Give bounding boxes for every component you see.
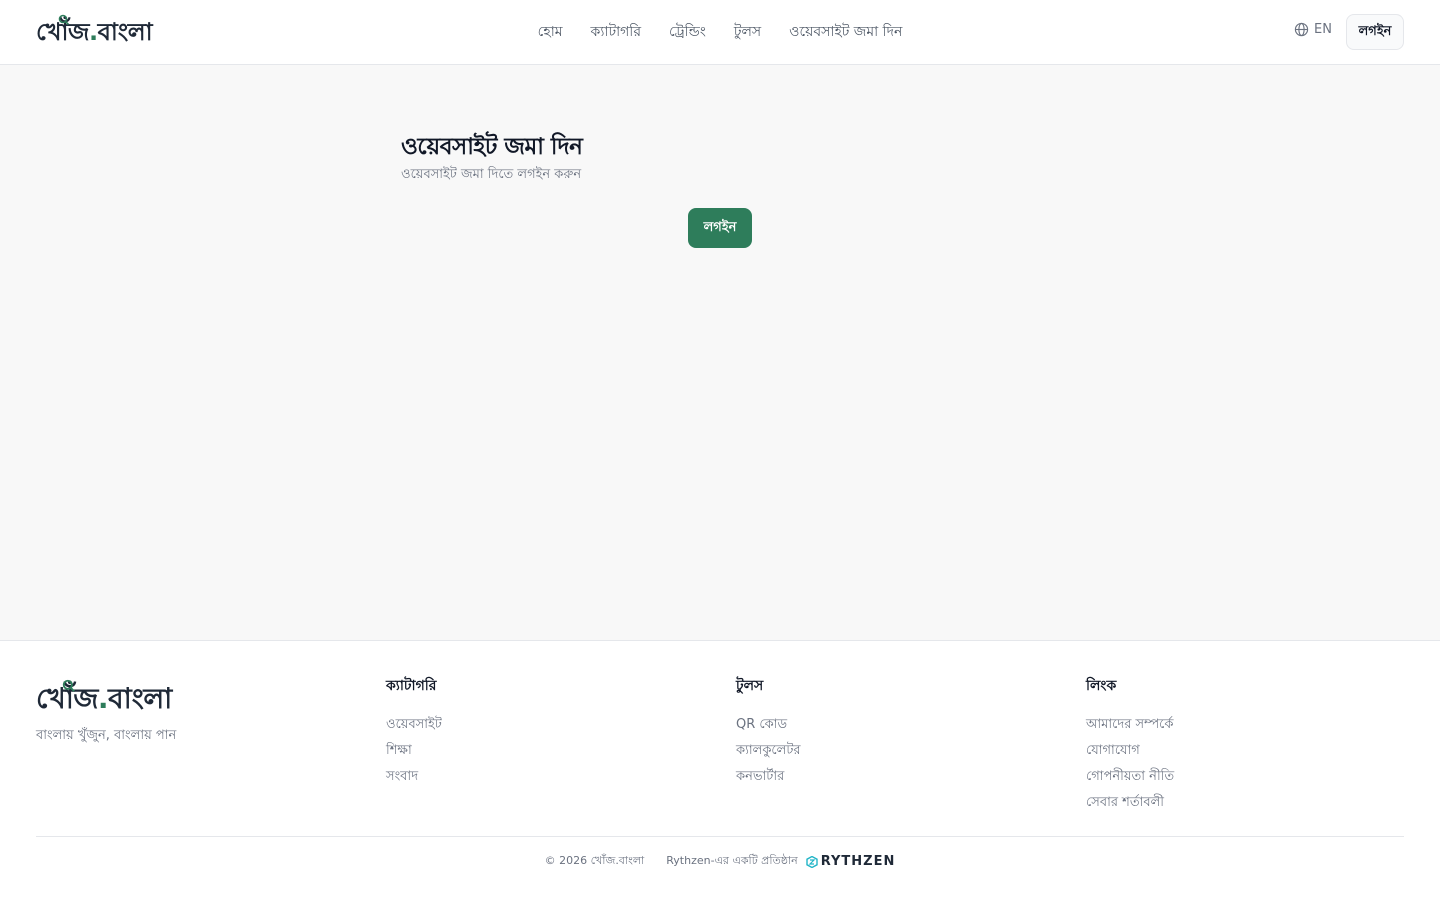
page-subtitle: ওয়েবসাইট জমা দিতে লগইন করুন <box>401 167 582 182</box>
footer-link-about[interactable]: আমাদের সম্পর্কে <box>1086 712 1174 738</box>
footer-divider <box>36 836 1404 837</box>
nav-home[interactable]: হোম <box>538 20 563 44</box>
footer-column-title: লিংক <box>1086 678 1117 694</box>
language-switcher[interactable]: EN <box>1294 22 1332 37</box>
logo-dot: . <box>88 18 98 46</box>
footer-link-qr-code[interactable]: QR কোড <box>736 712 801 738</box>
logo-rest: বাংলা <box>97 18 153 46</box>
main-nav: হোম ক্যাটাগরি ট্রেন্ডিং টুলস ওয়েবসাইট জ… <box>0 0 1440 64</box>
page-title: ওয়েবসাইট জমা দিন <box>401 134 583 160</box>
footer-logo-link[interactable]: খোঁজ.বাংলা <box>36 679 172 715</box>
language-label: EN <box>1314 22 1332 37</box>
footer-link-converter[interactable]: কনভার্টার <box>736 764 801 790</box>
logo: খোঁজ.বাংলা <box>36 14 153 48</box>
magnifier-icon <box>58 14 70 26</box>
footer-link-education[interactable]: শিক্ষা <box>386 738 442 764</box>
footer-logo-dot: . <box>97 682 109 715</box>
footer-link-contact[interactable]: যোগাযোগ <box>1086 738 1174 764</box>
footer-column-links: লিংক আমাদের সম্পর্কে যোগাযোগ গোপনীয়তা ন… <box>1086 674 1174 816</box>
rythzen-link[interactable]: RYTHZEN <box>806 854 896 869</box>
nav-submit-website[interactable]: ওয়েবসাইট জমা দিন <box>789 20 902 44</box>
nav-category[interactable]: ক্যাটাগরি <box>591 20 641 44</box>
logo-link[interactable]: খোঁজ.বাংলা <box>36 12 153 48</box>
footer-link-news[interactable]: সংবাদ <box>386 764 442 790</box>
globe-icon <box>1294 22 1309 37</box>
footer-bottom: © 2026 খোঁজ.বাংলা Rythzen-এর একটি প্রতিষ… <box>0 852 1440 871</box>
org-text: Rythzen-এর একটি প্রতিষ্ঠান <box>666 854 798 867</box>
nav-trending[interactable]: ট্রেন্ডিং <box>669 20 706 44</box>
copyright: © 2026 খোঁজ.বাংলা <box>544 854 645 867</box>
footer-tagline: বাংলায় খুঁজুন, বাংলায় পান <box>36 728 177 743</box>
org-credit: Rythzen-এর একটি প্রতিষ্ঠান RYTHZEN <box>666 852 895 871</box>
login-button[interactable]: লগইন <box>688 208 752 248</box>
footer-link-privacy[interactable]: গোপনীয়তা নীতি <box>1086 764 1174 790</box>
footer-column-title: ক্যাটাগরি <box>386 678 437 694</box>
footer-logo-rest: বাংলা <box>108 682 172 715</box>
footer-column-category: ক্যাটাগরি ওয়েবসাইট শিক্ষা সংবাদ <box>386 674 442 790</box>
site-header: খোঁজ.বাংলা হোম ক্যাটাগরি ট্রেন্ডিং টুলস … <box>0 0 1440 65</box>
rythzen-brand: RYTHZEN <box>820 854 896 869</box>
footer-link-calculator[interactable]: ক্যালকুলেটর <box>736 738 801 764</box>
footer-column-title: টুলস <box>736 678 764 694</box>
site-footer: খোঁজ.বাংলা বাংলায় খুঁজুন, বাংলায় পান ক… <box>0 640 1440 900</box>
magnifier-icon <box>62 679 75 692</box>
rythzen-logo-icon <box>806 855 818 868</box>
footer-column-tools: টুলস QR কোড ক্যালকুলেটর কনভার্টার <box>736 674 801 790</box>
nav-tools[interactable]: টুলস <box>734 20 761 44</box>
footer-logo: খোঁজ.বাংলা <box>36 679 172 715</box>
header-login-button[interactable]: লগইন <box>1346 14 1404 50</box>
footer-link-terms[interactable]: সেবার শর্তাবলী <box>1086 790 1174 816</box>
footer-link-website[interactable]: ওয়েবসাইট <box>386 712 442 738</box>
